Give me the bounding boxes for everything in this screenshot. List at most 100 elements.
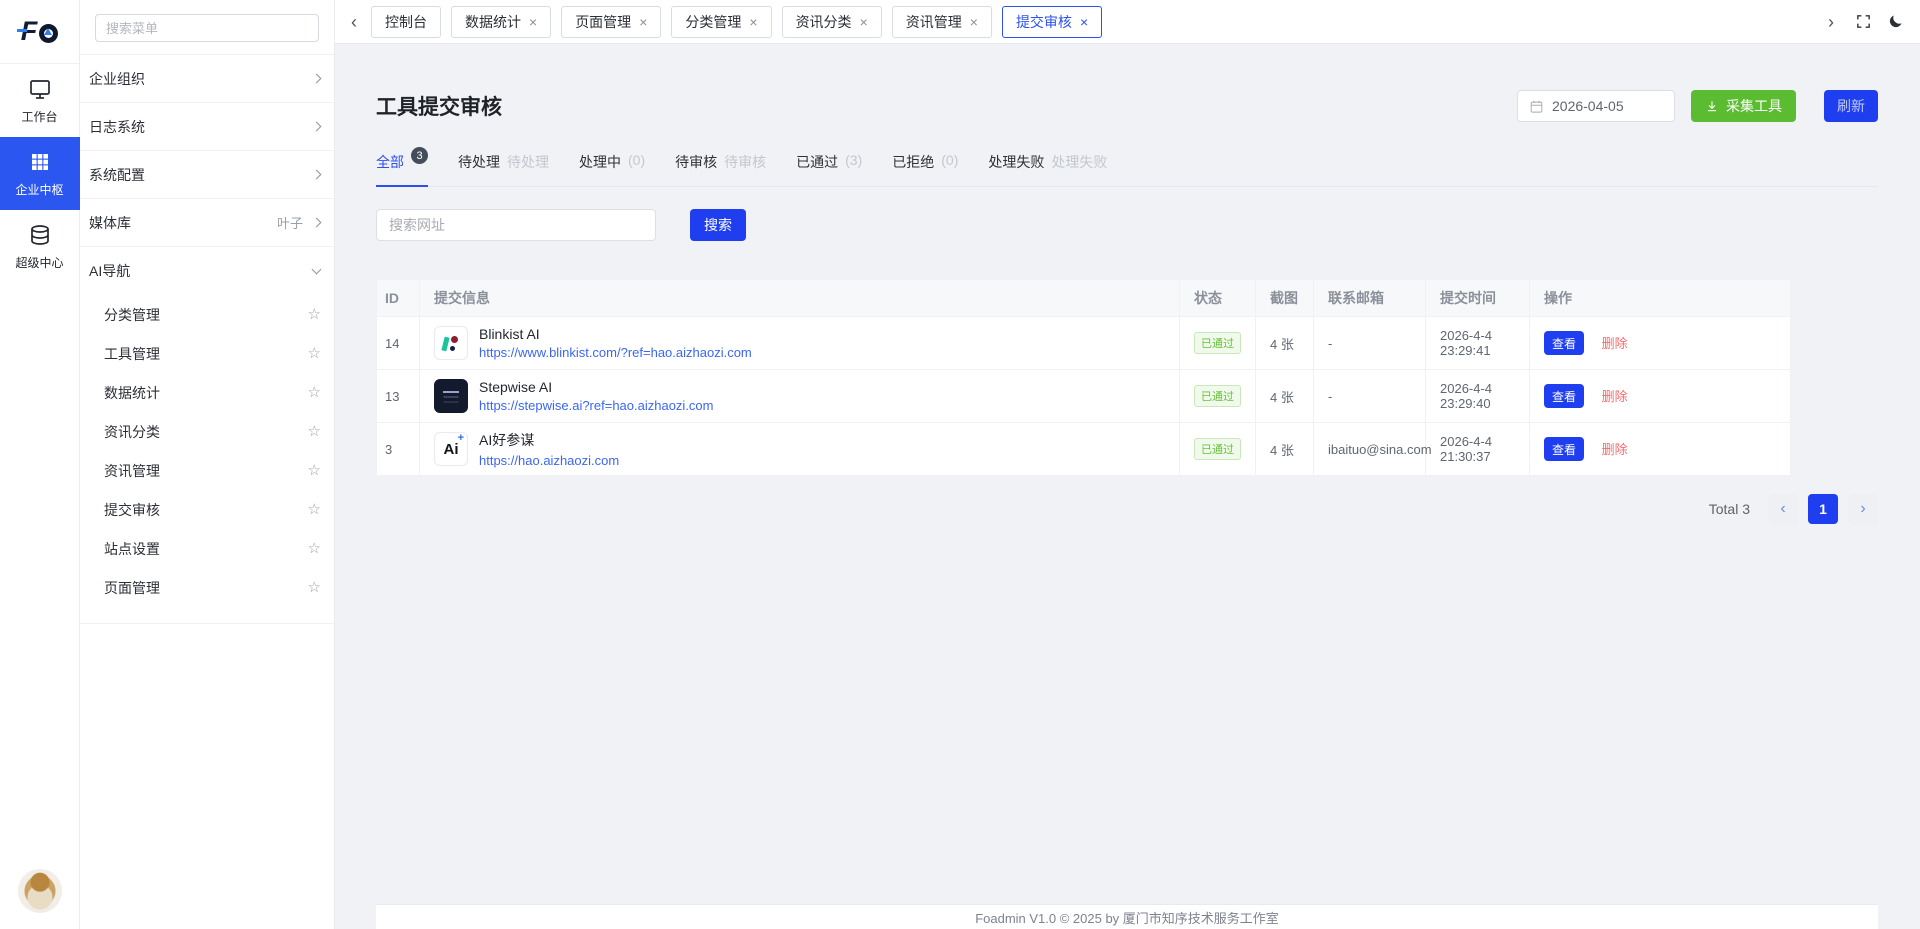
delete-link[interactable]: 删除 xyxy=(1602,389,1628,404)
tool-url-link[interactable]: https://hao.aizhaozi.com xyxy=(479,453,619,468)
star-icon[interactable]: ☆ xyxy=(308,502,321,517)
search-button[interactable]: 搜索 xyxy=(690,209,746,241)
next-page-button[interactable]: › xyxy=(1848,494,1878,524)
tool-url-link[interactable]: https://www.blinkist.com/?ref=hao.aizhao… xyxy=(479,345,752,360)
view-button[interactable]: 查看 xyxy=(1544,384,1584,408)
moon-icon[interactable] xyxy=(1887,13,1904,30)
status-filter-tab[interactable]: 全部 3 xyxy=(376,152,428,187)
close-icon[interactable]: × xyxy=(639,15,647,29)
status-filter-tab[interactable]: 处理中 (0) xyxy=(579,152,645,187)
close-icon[interactable]: × xyxy=(970,15,978,29)
cell-time: 2026-4-4 21:30:37 xyxy=(1426,423,1530,476)
tab-label: 提交审核 xyxy=(1016,12,1072,32)
workspace-tab[interactable]: 数据统计 × xyxy=(451,6,551,38)
filter-tab-label: 已拒绝 xyxy=(892,152,934,172)
view-button[interactable]: 查看 xyxy=(1544,331,1584,355)
workspace-tab[interactable]: 提交审核 × xyxy=(1002,6,1102,38)
user-avatar[interactable] xyxy=(18,869,62,913)
sidebar-subitem[interactable]: 工具管理 ☆ xyxy=(80,334,334,373)
close-icon[interactable]: × xyxy=(1080,15,1088,29)
star-icon[interactable]: ☆ xyxy=(308,346,321,361)
tool-thumbnail[interactable] xyxy=(434,326,468,360)
table-header-row: ID 提交信息 状态 截图 联系邮箱 提交时间 操作 xyxy=(377,280,1791,317)
filter-tab-label: 待处理 xyxy=(458,152,500,172)
cell-time: 2026-4-4 23:29:41 xyxy=(1426,317,1530,370)
delete-link[interactable]: 删除 xyxy=(1602,336,1628,351)
star-icon[interactable]: ☆ xyxy=(308,463,321,478)
refresh-button[interactable]: 刷新 xyxy=(1824,90,1878,122)
rail-item-super-center[interactable]: 超级中心 xyxy=(0,210,80,283)
rail-item-enterprise-hub[interactable]: 企业中枢 xyxy=(0,137,80,210)
status-badge: 已通过 xyxy=(1194,332,1241,354)
workspace-tab[interactable]: 资讯管理 × xyxy=(892,6,992,38)
sidebar-group-item[interactable]: 媒体库 叶子 xyxy=(80,199,334,247)
close-icon[interactable]: × xyxy=(749,15,757,29)
workspace-tab[interactable]: 资讯分类 × xyxy=(782,6,882,38)
star-icon[interactable]: ☆ xyxy=(308,580,321,595)
submissions-table: ID 提交信息 状态 截图 联系邮箱 提交时间 操作 14 xyxy=(376,279,1791,476)
rail-item-label: 超级中心 xyxy=(15,254,63,271)
cell-info: Ai AI好参谋 https://hao.aizhaozi.com xyxy=(420,423,1180,476)
sidebar-subitem-label: 站点设置 xyxy=(104,539,160,559)
workspace-tab[interactable]: 控制台 xyxy=(371,6,441,38)
date-picker[interactable]: 2026-04-05 xyxy=(1517,90,1675,122)
sidebar-subitem[interactable]: 分类管理 ☆ xyxy=(80,295,334,334)
url-search-input[interactable] xyxy=(376,209,656,241)
tool-url-link[interactable]: https://stepwise.ai?ref=hao.aizhaozi.com xyxy=(479,398,714,413)
sidebar-group-item[interactable]: 系统配置 xyxy=(80,151,334,199)
count-badge: 3 xyxy=(411,147,428,164)
workspace-tab[interactable]: 分类管理 × xyxy=(671,6,771,38)
status-filter-tab[interactable]: 待处理 待处理 xyxy=(458,152,549,187)
status-filter-tab[interactable]: 已通过 (3) xyxy=(796,152,862,187)
sidebar-subitem[interactable]: 数据统计 ☆ xyxy=(80,373,334,412)
sidebar-group-item[interactable]: AI导航 xyxy=(80,247,334,295)
menu-search-input[interactable] xyxy=(95,14,319,42)
sidebar-subitem[interactable]: 提交审核 ☆ xyxy=(80,490,334,529)
cell-id: 13 xyxy=(377,370,420,423)
table-row: 14 Blinkist AI https://www.blinkist.com/… xyxy=(377,317,1791,370)
pagination-total: Total 3 xyxy=(1709,501,1750,517)
page-number-button[interactable]: 1 xyxy=(1808,494,1838,524)
delete-link[interactable]: 删除 xyxy=(1602,442,1628,457)
sidebar-subitem[interactable]: 站点设置 ☆ xyxy=(80,529,334,568)
footer: Foadmin V1.0 © 2025 by 厦门市知序技术服务工作室 xyxy=(376,904,1878,929)
tool-thumbnail[interactable] xyxy=(434,379,468,413)
prev-page-button[interactable]: ‹ xyxy=(1768,494,1798,524)
sidebar-group-label: 媒体库 xyxy=(89,213,131,233)
sidebar-group-item[interactable]: 日志系统 xyxy=(80,103,334,151)
sidebar-group-item[interactable]: 企业组织 xyxy=(80,55,334,103)
close-icon[interactable]: × xyxy=(529,15,537,29)
view-button[interactable]: 查看 xyxy=(1544,437,1584,461)
sidebar-subitem[interactable]: 资讯分类 ☆ xyxy=(80,412,334,451)
star-icon[interactable]: ☆ xyxy=(308,385,321,400)
status-filter-tab[interactable]: 处理失败 处理失败 xyxy=(988,152,1107,187)
chevron-right-icon xyxy=(312,74,322,84)
cell-actions: 查看 删除 xyxy=(1530,370,1791,423)
cell-status: 已通过 xyxy=(1180,370,1256,423)
collect-tool-label: 采集工具 xyxy=(1726,96,1782,116)
tool-thumbnail[interactable]: Ai xyxy=(434,432,468,466)
status-filter-tab[interactable]: 已拒绝 (0) xyxy=(892,152,958,187)
tab-label: 分类管理 xyxy=(685,12,741,32)
tabs-scroll-left-icon[interactable]: ‹ xyxy=(345,13,363,31)
app-logo[interactable]: F xyxy=(0,0,79,64)
rail-item-workbench[interactable]: 工作台 xyxy=(0,64,80,137)
cell-id: 3 xyxy=(377,423,420,476)
workspace-tab[interactable]: 页面管理 × xyxy=(561,6,661,38)
star-icon[interactable]: ☆ xyxy=(308,541,321,556)
sidebar-subitem[interactable]: 资讯管理 ☆ xyxy=(80,451,334,490)
sidebar-subitem[interactable]: 页面管理 ☆ xyxy=(80,568,334,607)
tabs-scroll-right-icon[interactable]: › xyxy=(1822,13,1840,31)
collect-tool-button[interactable]: 采集工具 xyxy=(1691,90,1796,122)
tool-name: AI好参谋 xyxy=(479,430,619,450)
star-icon[interactable]: ☆ xyxy=(308,424,321,439)
sidebar-subitem-label: 资讯管理 xyxy=(104,461,160,481)
sidebar-group-label: AI导航 xyxy=(89,261,130,281)
close-icon[interactable]: × xyxy=(860,15,868,29)
star-icon[interactable]: ☆ xyxy=(308,307,321,322)
tab-label: 资讯分类 xyxy=(796,12,852,32)
filter-tab-subtext: (0) xyxy=(941,152,958,168)
cell-actions: 查看 删除 xyxy=(1530,317,1791,370)
status-filter-tab[interactable]: 待审核 待审核 xyxy=(675,152,766,187)
fullscreen-icon[interactable] xyxy=(1855,13,1872,30)
